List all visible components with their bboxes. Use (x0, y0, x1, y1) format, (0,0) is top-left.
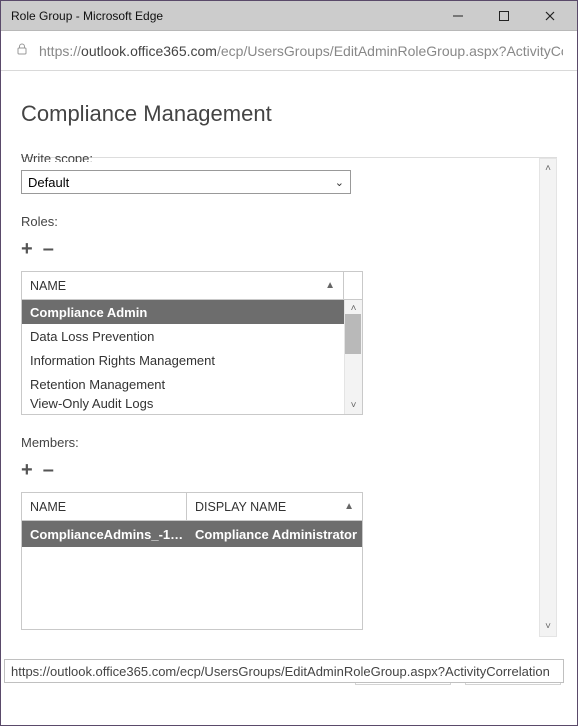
vertical-scrollbar[interactable]: ˄ ˅ (539, 158, 557, 637)
roles-table-body: Compliance Admin Data Loss Prevention In… (22, 300, 362, 414)
roles-table: NAME ▲ Compliance Admin Data Loss Preven… (21, 271, 363, 415)
table-row[interactable]: Retention Management (22, 372, 344, 396)
lock-icon (15, 42, 29, 59)
url-host: outlook.office365.com (81, 43, 217, 59)
remove-role-button[interactable]: – (43, 239, 54, 259)
roles-table-header: NAME ▲ (22, 272, 362, 300)
roles-list: Compliance Admin Data Loss Prevention In… (22, 300, 344, 414)
table-row[interactable]: Data Loss Prevention (22, 324, 344, 348)
url-prefix: https:// (39, 43, 81, 59)
remove-member-button[interactable]: – (43, 460, 54, 480)
table-row[interactable]: Compliance Admin (22, 300, 344, 324)
chevron-down-icon: ⌄ (335, 176, 344, 189)
members-list: ComplianceAdmins_-146… Compliance Admini… (22, 521, 362, 547)
roles-scrollbar[interactable]: ˄ ˅ (344, 300, 362, 414)
address-url: https://outlook.office365.com/ecp/UsersG… (39, 43, 563, 59)
members-header-name-text: NAME (30, 500, 66, 514)
form-scroll-region: ˄ ˅ Write scope: Default ⌄ Roles: + – NA… (21, 157, 557, 637)
member-display-name: Compliance Administrator (187, 527, 362, 542)
add-role-button[interactable]: + (21, 239, 33, 259)
status-text: https://outlook.office365.com/ecp/UsersG… (11, 664, 550, 679)
sort-asc-icon: ▲ (325, 280, 335, 291)
scroll-up-icon[interactable]: ˄ (545, 159, 551, 178)
add-member-button[interactable]: + (21, 460, 33, 480)
roles-header-spacer (344, 272, 362, 299)
roles-toolbar: + – (21, 239, 537, 259)
table-row[interactable]: View-Only Audit Logs (22, 396, 344, 414)
window-titlebar: Role Group - Microsoft Edge (1, 1, 577, 31)
address-bar[interactable]: https://outlook.office365.com/ecp/UsersG… (1, 31, 577, 71)
members-toolbar: + – (21, 460, 537, 480)
url-path: /ecp/UsersGroups/EditAdminRoleGroup.aspx… (217, 43, 563, 59)
window-title: Role Group - Microsoft Edge (11, 9, 435, 23)
members-label: Members: (21, 435, 537, 450)
roles-header-name[interactable]: NAME ▲ (22, 272, 344, 299)
status-bar: https://outlook.office365.com/ecp/UsersG… (4, 659, 564, 683)
roles-scrollbar-thumb[interactable] (345, 314, 361, 354)
members-table-body: ComplianceAdmins_-146… Compliance Admini… (22, 521, 362, 629)
table-row[interactable]: ComplianceAdmins_-146… Compliance Admini… (22, 521, 362, 547)
members-header-display-text: DISPLAY NAME (195, 500, 286, 514)
window-maximize-button[interactable] (481, 1, 527, 31)
member-name: ComplianceAdmins_-146… (22, 527, 187, 542)
write-scope-value: Default (28, 175, 69, 190)
page-content: Compliance Management ˄ ˅ Write scope: D… (1, 71, 577, 725)
table-row[interactable]: Information Rights Management (22, 348, 344, 372)
sort-asc-icon: ▲ (344, 501, 354, 512)
roles-label: Roles: (21, 214, 537, 229)
write-scope-select[interactable]: Default ⌄ (21, 170, 351, 194)
members-table: NAME DISPLAY NAME ▲ ComplianceAdmins_-14… (21, 492, 363, 630)
members-header-name[interactable]: NAME (22, 493, 187, 520)
window-close-button[interactable] (527, 1, 573, 31)
members-header-display[interactable]: DISPLAY NAME ▲ (187, 493, 362, 520)
scroll-down-icon[interactable]: ˅ (351, 397, 357, 414)
scroll-down-icon[interactable]: ˅ (545, 617, 551, 636)
members-table-header: NAME DISPLAY NAME ▲ (22, 493, 362, 521)
page-title: Compliance Management (21, 101, 557, 127)
write-scope-label: Write scope: (21, 152, 537, 162)
window-minimize-button[interactable] (435, 1, 481, 31)
roles-header-name-text: NAME (30, 279, 66, 293)
